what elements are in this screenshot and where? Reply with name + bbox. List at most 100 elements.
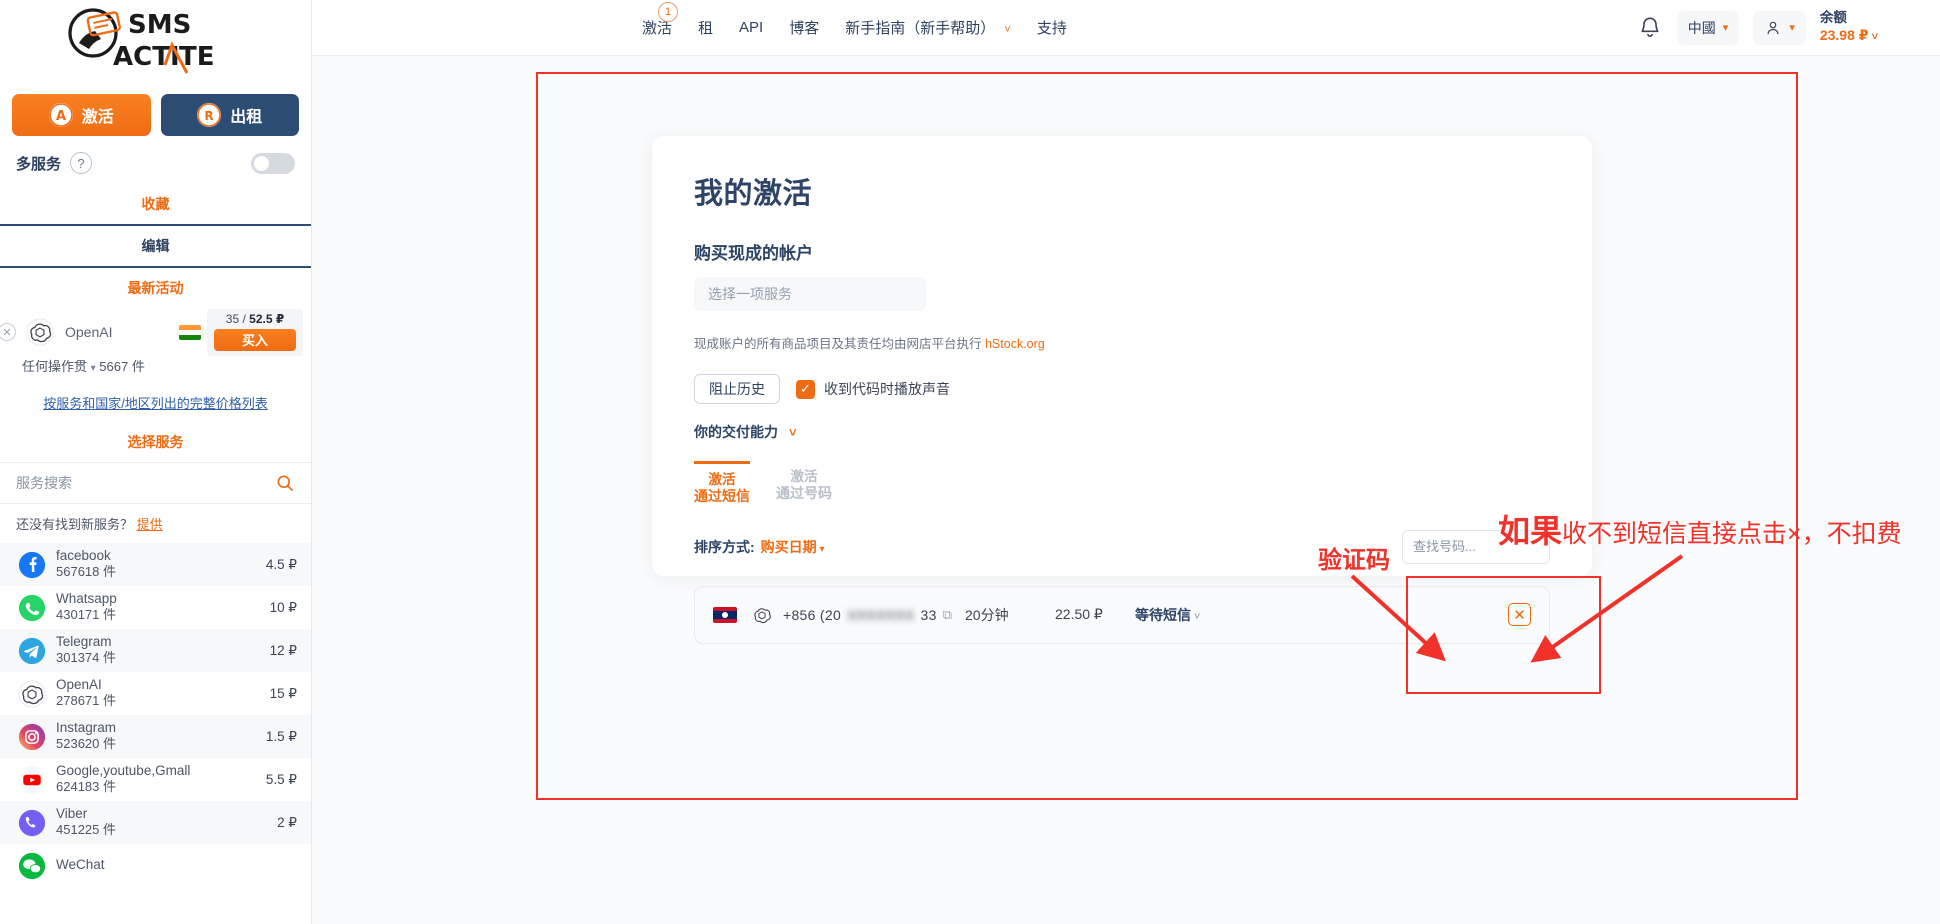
buy-button[interactable]: 买入	[214, 328, 296, 351]
service-count: 451225	[56, 822, 100, 838]
service-name: Viber	[56, 805, 88, 821]
list-item[interactable]: Whatsapp 430171 件 10 ₽	[0, 586, 311, 629]
hstock-link[interactable]: hStock.org	[985, 337, 1045, 351]
list-item[interactable]: Google,youtube,Gmall 624183 件 5.5 ₽	[0, 758, 311, 801]
select-service-dropdown[interactable]: 选择一项服务	[694, 277, 926, 311]
phone-suffix: 33	[920, 606, 937, 623]
nav-item-blog[interactable]: 博客	[789, 17, 819, 38]
tab-line1: 激活	[790, 469, 818, 484]
nav-item-activation[interactable]: 激活 1	[642, 2, 678, 38]
find-number-input[interactable]	[1413, 539, 1589, 555]
service-unit: 件	[103, 736, 117, 752]
sound-checkbox-label: 收到代码时播放声音	[824, 381, 950, 397]
sort-value-dropdown[interactable]: 购买日期 ▾	[761, 537, 825, 557]
service-count: 624183	[56, 779, 100, 795]
telegram-icon	[18, 637, 46, 664]
account-menu[interactable]: ▾	[1753, 10, 1806, 45]
openai-icon	[18, 679, 46, 708]
service-price: 1.5 ₽	[265, 728, 297, 744]
nav-item-api[interactable]: API	[739, 19, 763, 36]
viber-icon	[18, 809, 46, 836]
copy-icon[interactable]: ⧉	[943, 607, 953, 623]
openai-icon	[26, 318, 54, 346]
chevron-down-icon: ˅	[1868, 31, 1878, 44]
list-item[interactable]: Viber 451225 件 2 ₽	[0, 801, 311, 844]
mode-rent-button[interactable]: R 出租	[160, 94, 299, 136]
latest-service-name: OpenAI	[65, 324, 113, 340]
store-note: 现成账户的所有商品项目及其责任均由网店平台执行 hStock.org	[694, 333, 1550, 352]
section-subtitle: 购买现成的帐户	[694, 244, 813, 263]
list-item[interactable]: facebook 567618 件 4.5 ₽	[0, 543, 311, 586]
favorites-link[interactable]: 收藏	[0, 184, 311, 224]
nav-item-rent[interactable]: 租	[698, 17, 713, 38]
edit-link[interactable]: 编辑	[0, 226, 311, 266]
service-unit: 件	[103, 693, 117, 709]
latest-count: 5667 件	[99, 359, 145, 374]
service-search-input[interactable]	[16, 475, 275, 491]
delivery-capability-row[interactable]: 你的交付能力 ˅	[694, 422, 1550, 442]
service-search-box[interactable]	[0, 462, 311, 504]
service-count: 301374	[56, 650, 100, 666]
tab-via-sms[interactable]: 激活 通过短信	[694, 461, 750, 505]
balance-label: 余额	[1819, 10, 1847, 26]
store-note-text: 现成账户的所有商品项目及其责任均由网店平台执行	[694, 337, 985, 351]
help-icon[interactable]: ?	[70, 152, 93, 174]
mode-activate-label: 激活	[81, 109, 114, 126]
latest-activity-card: ✕ OpenAI 35 / 52.5 ₽ 买入	[0, 308, 311, 356]
sound-checkbox-row[interactable]: ✓ 收到代码时播放声音	[796, 379, 950, 399]
checkbox-checked-icon[interactable]: ✓	[796, 379, 815, 399]
list-item[interactable]: Instagram 523620 件 1.5 ₽	[0, 715, 311, 758]
list-item[interactable]: WeChat	[0, 844, 311, 887]
nav-item-support[interactable]: 支持	[1037, 17, 1067, 38]
multi-service-row: 多服务 ?	[0, 136, 311, 184]
chevron-down-icon: ▾	[1789, 22, 1795, 34]
service-name: OpenAI	[56, 676, 102, 692]
multi-service-label: 多服务	[16, 155, 62, 173]
svg-text:SMS: SMS	[128, 10, 191, 40]
phone-masked: XXXXXXX	[847, 606, 915, 623]
bell-icon[interactable]	[1637, 15, 1663, 41]
balance-widget[interactable]: 余额 23.98 ₽ ˅	[1820, 10, 1878, 45]
suggest-service-link[interactable]: 提供	[137, 517, 163, 532]
phone-number[interactable]: +856 (20 XXXXXXX 33 ⧉	[783, 607, 952, 623]
tab-line2: 通过短信	[694, 488, 750, 505]
service-count: 430171	[56, 607, 100, 623]
language-selector[interactable]: 中國 ▾	[1676, 10, 1740, 45]
nav-item-guide[interactable]: 新手指南（新手帮助） ˅	[845, 17, 1011, 38]
nav-badge-count: 1	[658, 2, 678, 22]
latest-operator-row[interactable]: 任何操作贯 ▾ 5667 件	[0, 356, 311, 381]
block-history-button[interactable]: 阻止历史	[694, 374, 780, 404]
language-label: 中國	[1687, 19, 1716, 36]
latest-operator: 任何操作贯	[22, 359, 88, 374]
mode-activate-button[interactable]: A 激活	[12, 94, 151, 136]
controls-row: 阻止历史 ✓ 收到代码时播放声音	[694, 374, 1550, 404]
full-price-list-link[interactable]: 按服务和国家/地区列出的完整价格列表	[0, 381, 311, 422]
service-name: facebook	[56, 547, 111, 563]
multi-service-toggle[interactable]	[251, 152, 295, 174]
nav-label: 激活	[642, 20, 673, 37]
latest-price-total: 52.5 ₽	[249, 311, 285, 326]
service-price: 12 ₽	[269, 642, 297, 658]
svg-text:ACTI: ACTI	[113, 42, 180, 72]
logo[interactable]: SMS ACTI TE	[0, 0, 311, 86]
service-count: 523620	[56, 736, 100, 752]
topbar-right: 中國 ▾ ▾ 余额 23.98 ₽ ˅	[1637, 10, 1940, 45]
annotation-warning-rest: 收不到短信直接点击×，不扣费	[1562, 520, 1902, 548]
close-icon[interactable]: ✕	[0, 323, 16, 341]
sort-label: 排序方式:	[694, 538, 755, 555]
service-name: Whatsapp	[56, 590, 117, 606]
find-number-box[interactable]	[1402, 529, 1589, 564]
service-price: 4.5 ₽	[265, 556, 297, 572]
table-row: +856 (20 XXXXXXX 33 ⧉ 20分钟 22.50 ₽ 等待短信 ˅ …	[694, 585, 1550, 644]
chevron-down-icon: ˅	[789, 424, 797, 440]
service-name: Telegram	[56, 633, 112, 649]
list-item[interactable]: Telegram 301374 件 12 ₽	[0, 629, 311, 672]
service-unit: 件	[103, 822, 117, 838]
activation-status[interactable]: 等待短信 ˅	[1135, 605, 1200, 625]
not-found-text: 还没有找到新服务？	[16, 517, 134, 532]
rent-icon: R	[197, 103, 222, 127]
tab-via-number[interactable]: 激活 通过号码	[776, 461, 832, 505]
search-icon[interactable]	[275, 473, 295, 493]
cancel-activation-button[interactable]: ✕	[1508, 603, 1531, 627]
list-item[interactable]: OpenAI 278671 件 15 ₽	[0, 672, 311, 715]
